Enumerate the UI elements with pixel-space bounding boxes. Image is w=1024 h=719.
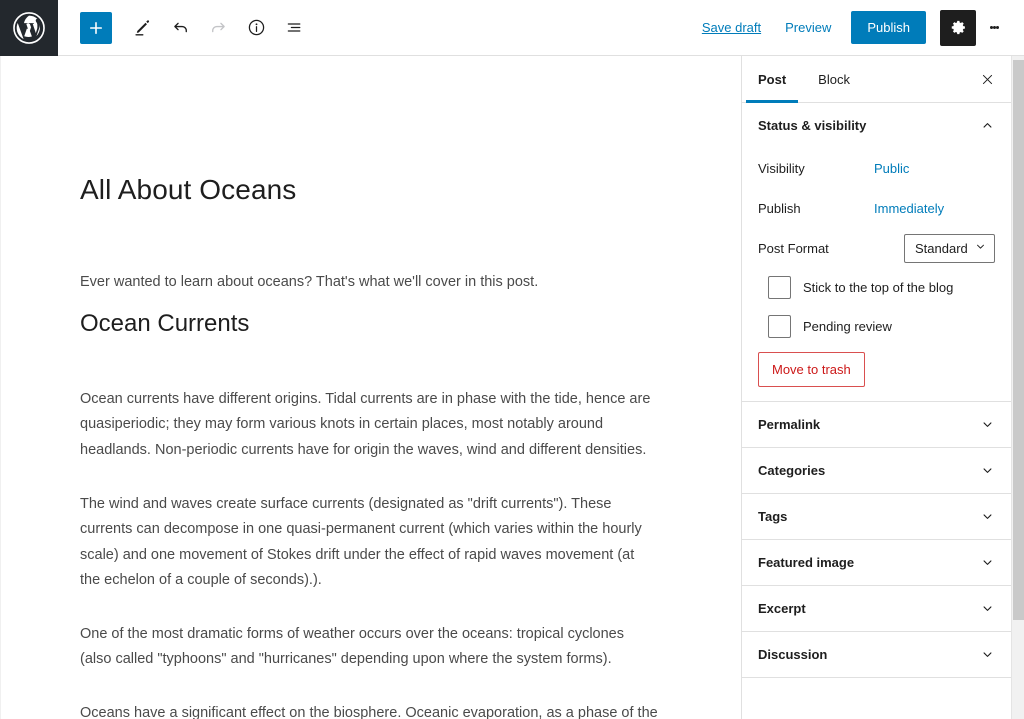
chevron-down-icon bbox=[980, 601, 995, 616]
panel-title: Featured image bbox=[758, 555, 855, 570]
chevron-down-icon bbox=[980, 509, 995, 524]
panel-categories: Categories bbox=[742, 448, 1011, 494]
editor-body: All About Oceans Ever wanted to learn ab… bbox=[0, 56, 1024, 719]
details-button[interactable] bbox=[238, 10, 274, 46]
panel-tags: Tags bbox=[742, 494, 1011, 540]
paragraph-block[interactable]: The wind and waves create surface curren… bbox=[80, 492, 658, 594]
publish-button[interactable]: Publish bbox=[851, 11, 926, 44]
panel-title: Categories bbox=[758, 463, 826, 478]
preview-button[interactable]: Preview bbox=[773, 14, 843, 41]
panel-excerpt: Excerpt bbox=[742, 586, 1011, 632]
panel-discussion-header[interactable]: Discussion bbox=[742, 632, 1011, 677]
kebab-dot bbox=[995, 26, 999, 29]
post-format-row: Post Format Standard bbox=[758, 228, 995, 268]
panel-permalink: Permalink bbox=[742, 402, 1011, 448]
paragraph-block[interactable]: Ever wanted to learn about oceans? That'… bbox=[80, 270, 658, 296]
wordpress-logo-icon[interactable] bbox=[0, 0, 58, 56]
publish-label: Publish bbox=[758, 200, 801, 216]
panel-permalink-header[interactable]: Permalink bbox=[742, 402, 1011, 447]
panel-title: Discussion bbox=[758, 647, 828, 662]
visibility-value-button[interactable]: Public bbox=[874, 159, 909, 178]
sidebar-tablist: Post Block bbox=[742, 56, 1011, 103]
panel-title: Tags bbox=[758, 509, 788, 524]
header-left-toolbar bbox=[58, 10, 314, 46]
settings-gear-icon[interactable] bbox=[940, 9, 976, 46]
settings-sidebar: Post Block Status & visibility Visibilit… bbox=[741, 56, 1011, 719]
editor-header: Save draft Preview Publish bbox=[0, 0, 1024, 56]
chevron-down-icon bbox=[980, 647, 995, 662]
panel-featured-image: Featured image bbox=[742, 540, 1011, 586]
redo-button[interactable] bbox=[200, 10, 236, 46]
panel-status-visibility-header[interactable]: Status & visibility bbox=[742, 103, 1011, 148]
publish-date-button[interactable]: Immediately bbox=[874, 199, 944, 218]
tab-block[interactable]: Block bbox=[802, 56, 866, 102]
panel-title: Excerpt bbox=[758, 601, 806, 616]
post-format-select[interactable]: Standard bbox=[904, 233, 995, 263]
paragraph-block[interactable]: Ocean currents have different origins. T… bbox=[80, 387, 658, 464]
save-draft-button[interactable]: Save draft bbox=[690, 14, 773, 41]
wordpress-block-editor: Save draft Preview Publish All About Oce… bbox=[0, 0, 1024, 719]
tab-post[interactable]: Post bbox=[742, 56, 802, 103]
chevron-down-icon bbox=[980, 555, 995, 570]
editor-canvas[interactable]: All About Oceans Ever wanted to learn ab… bbox=[0, 56, 741, 719]
publish-date-row: Publish Immediately bbox=[758, 188, 995, 228]
panel-title: Status & visibility bbox=[758, 118, 867, 133]
post-title[interactable]: All About Oceans bbox=[80, 172, 680, 208]
panel-status-visibility: Status & visibility Visibility Public Pu… bbox=[742, 103, 1011, 402]
sticky-checkbox-row[interactable]: Stick to the top of the blog bbox=[758, 268, 995, 307]
pending-review-label: Pending review bbox=[803, 319, 892, 334]
post-format-label: Post Format bbox=[758, 240, 829, 256]
add-block-button[interactable] bbox=[80, 11, 112, 44]
sticky-label: Stick to the top of the blog bbox=[803, 280, 954, 295]
close-icon[interactable] bbox=[971, 63, 1003, 95]
edit-mode-button[interactable] bbox=[124, 10, 160, 46]
visibility-row: Visibility Public bbox=[758, 148, 995, 188]
undo-button[interactable] bbox=[162, 10, 198, 46]
visibility-label: Visibility bbox=[758, 160, 805, 176]
paragraph-block[interactable]: Oceans have a significant effect on the … bbox=[80, 701, 658, 719]
pending-review-checkbox-row[interactable]: Pending review bbox=[758, 307, 995, 346]
chevron-down-icon bbox=[980, 463, 995, 478]
header-right-actions: Save draft Preview Publish bbox=[690, 9, 1024, 46]
page-scrollbar-track[interactable] bbox=[1011, 56, 1024, 719]
pending-review-checkbox[interactable] bbox=[768, 315, 791, 338]
heading-block[interactable]: Ocean Currents bbox=[80, 308, 680, 339]
panel-tags-header[interactable]: Tags bbox=[742, 494, 1011, 539]
post-format-select-wrap: Standard bbox=[904, 233, 995, 263]
panel-discussion: Discussion bbox=[742, 632, 1011, 678]
move-to-trash-button[interactable]: Move to trash bbox=[758, 352, 865, 387]
page-scrollbar-thumb[interactable] bbox=[1013, 60, 1024, 620]
panel-categories-header[interactable]: Categories bbox=[742, 448, 1011, 493]
chevron-up-icon bbox=[980, 118, 995, 133]
panel-status-visibility-body: Visibility Public Publish Immediately Po… bbox=[742, 148, 1011, 401]
paragraph-block[interactable]: One of the most dramatic forms of weathe… bbox=[80, 622, 658, 673]
panel-excerpt-header[interactable]: Excerpt bbox=[742, 586, 1011, 631]
sticky-checkbox[interactable] bbox=[768, 276, 791, 299]
panel-title: Permalink bbox=[758, 417, 821, 432]
more-options-kebab-icon[interactable] bbox=[978, 10, 1010, 46]
panel-featured-image-header[interactable]: Featured image bbox=[742, 540, 1011, 585]
list-view-button[interactable] bbox=[276, 10, 312, 46]
chevron-down-icon bbox=[980, 417, 995, 432]
